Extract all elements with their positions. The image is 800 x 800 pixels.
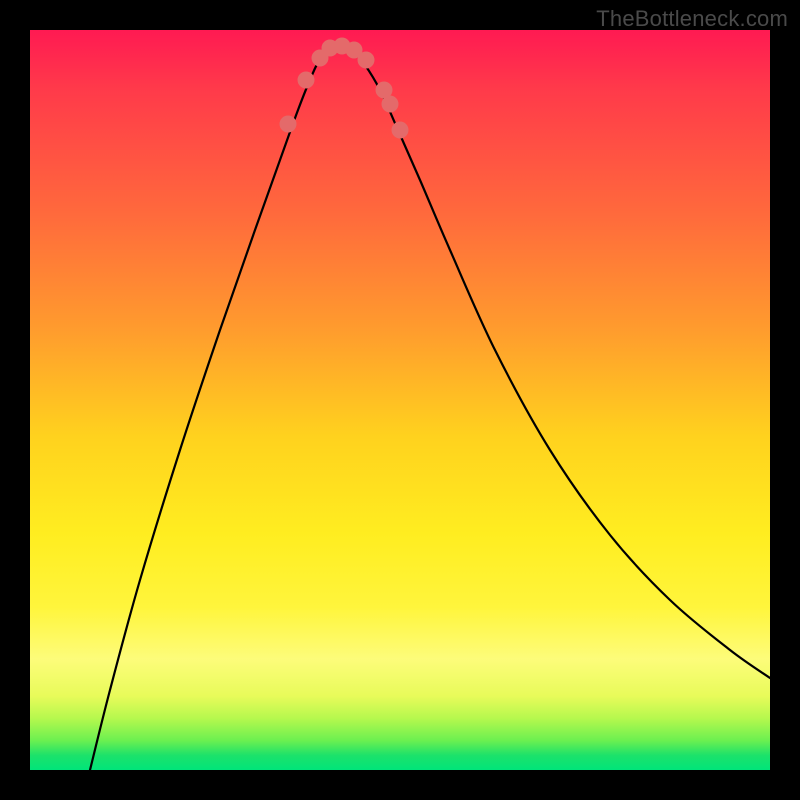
marker-dot	[358, 52, 375, 69]
chart-frame: TheBottleneck.com	[0, 0, 800, 800]
curve-svg	[30, 30, 770, 770]
plot-area	[30, 30, 770, 770]
watermark-text: TheBottleneck.com	[596, 6, 788, 32]
curve-markers	[280, 38, 409, 139]
marker-dot	[298, 72, 315, 89]
marker-dot	[382, 96, 399, 113]
marker-dot	[280, 116, 297, 133]
bottleneck-curve	[90, 44, 770, 770]
marker-dot	[392, 122, 409, 139]
